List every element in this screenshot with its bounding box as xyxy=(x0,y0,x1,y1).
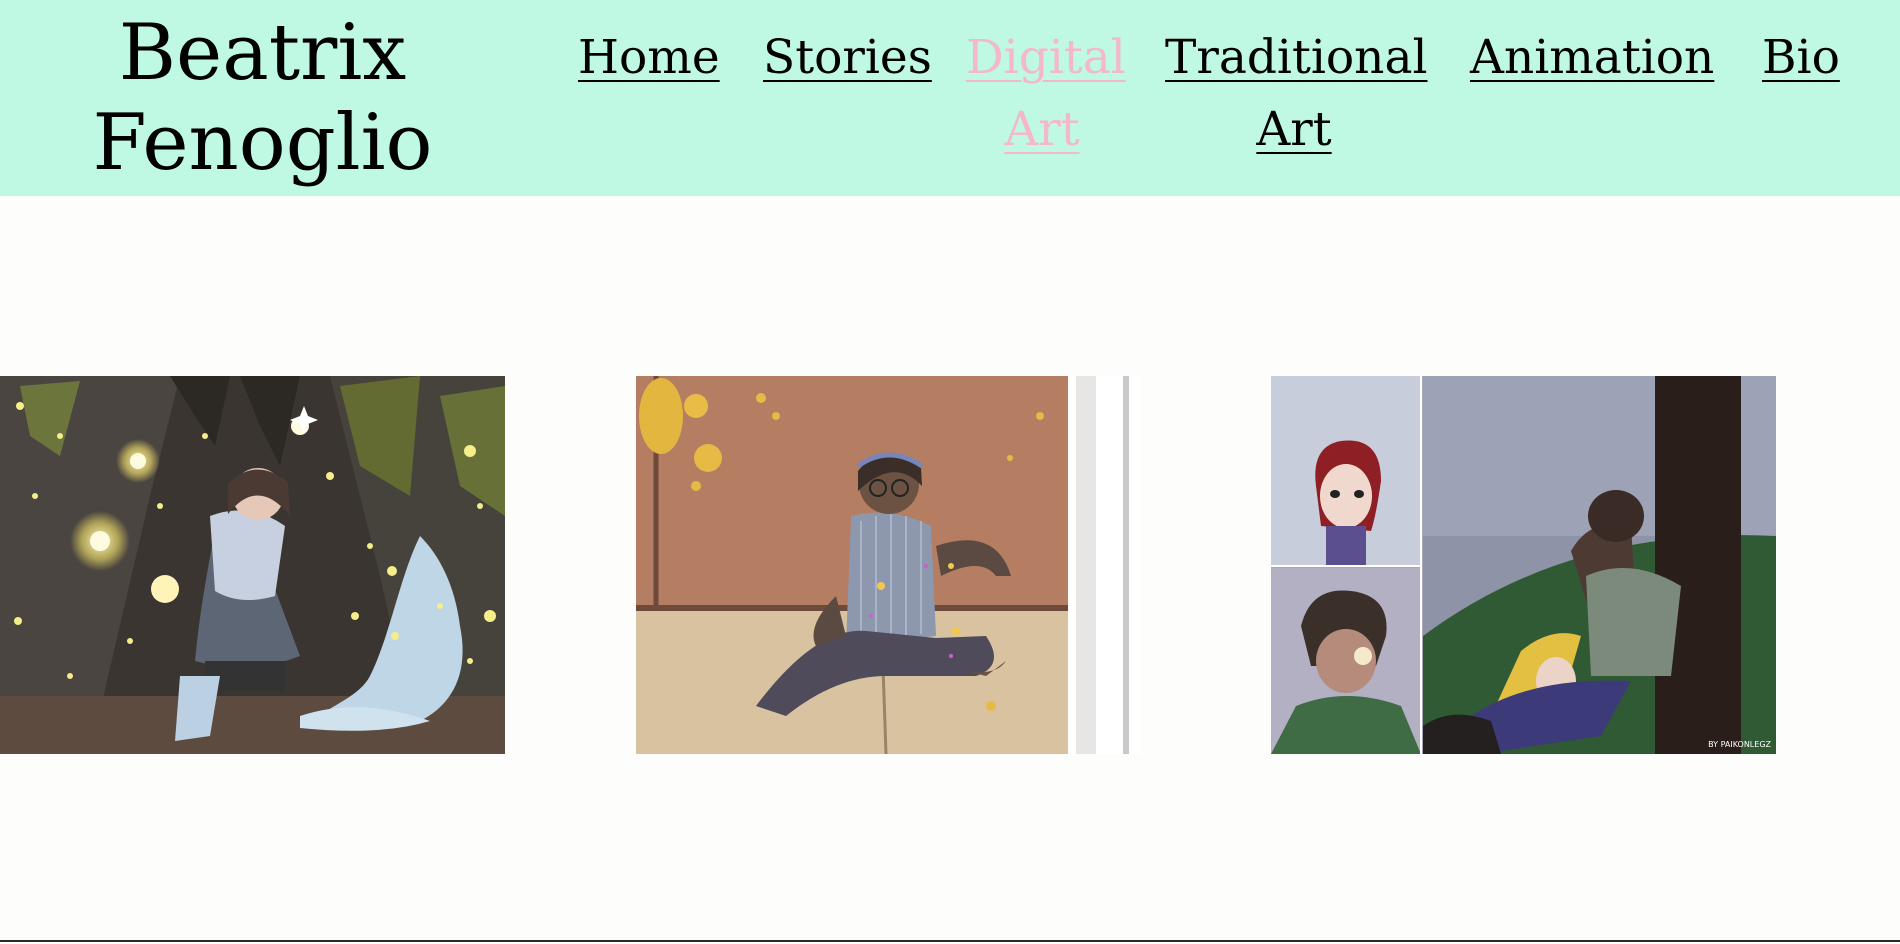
artwork-cave-fireflies[interactable] xyxy=(0,376,505,754)
artwork-comic-panels-image: BY PAIKONLEGZ xyxy=(1271,376,1776,754)
nav-link-traditional-art[interactable]: Traditional Art xyxy=(1165,22,1428,166)
artwork-sitting-girl-image xyxy=(636,376,1141,754)
nav-link-bio[interactable]: Bio xyxy=(1762,22,1840,94)
artwork-signature: BY PAIKONLEGZ xyxy=(1708,740,1771,749)
artwork-sitting-girl[interactable] xyxy=(636,376,1141,754)
nav-link-digital-art-line-1: Digital xyxy=(966,30,1126,85)
main-nav: Home Stories Digital Art Traditional Art… xyxy=(0,22,1900,172)
site-header: Beatrix Fenoglio Home Stories Digital Ar… xyxy=(0,0,1900,196)
nav-link-traditional-art-line-2: Art xyxy=(1256,102,1332,157)
artwork-comic-panels[interactable]: BY PAIKONLEGZ xyxy=(1271,376,1776,754)
nav-link-home[interactable]: Home xyxy=(578,22,720,94)
nav-link-digital-art-line-2: Art xyxy=(1004,102,1080,157)
artwork-cave-fireflies-image xyxy=(0,376,505,754)
nav-link-stories[interactable]: Stories xyxy=(763,22,932,94)
footer-divider xyxy=(0,940,1900,942)
nav-link-digital-art[interactable]: Digital Art xyxy=(966,22,1126,166)
nav-link-animation[interactable]: Animation xyxy=(1470,22,1714,94)
nav-link-traditional-art-line-1: Traditional xyxy=(1165,30,1428,85)
